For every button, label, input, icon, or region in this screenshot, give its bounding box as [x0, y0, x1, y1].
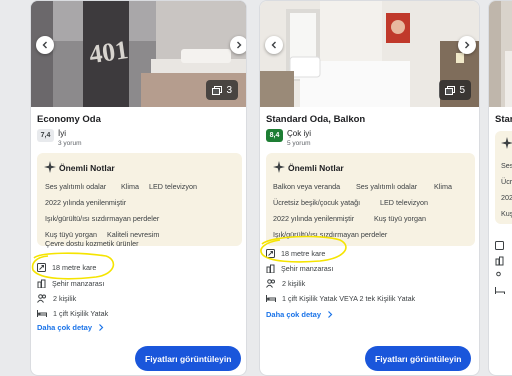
feature-text: 18 metre kare — [281, 249, 326, 258]
review-count[interactable]: 5 yorum — [287, 140, 310, 147]
room-title: Economy Oda — [37, 114, 101, 125]
note-item: Ücretsiz beşik/çocuk yatağı — [273, 198, 361, 207]
people-icon — [266, 279, 275, 288]
area-icon — [37, 263, 46, 272]
photo-count-badge[interactable]: 5 — [439, 80, 471, 100]
feature-icons-partial — [495, 241, 505, 294]
rating-word: İyi — [58, 129, 66, 138]
note-item: 2022 yılında yenilenmiştir — [45, 198, 127, 207]
important-notes-box: Ses Ücr 202 Kuş — [495, 131, 512, 224]
feature-text: 2 kişilik — [53, 294, 77, 303]
chevron-right-icon — [328, 311, 333, 318]
room-photo[interactable] — [489, 1, 512, 107]
note-item: 202 — [501, 193, 512, 202]
important-notes-box: Önemli Notlar Balkon veya veranda Ses ya… — [266, 153, 475, 246]
room-photo[interactable]: 5 — [260, 1, 479, 107]
sparkle-icon — [44, 161, 56, 173]
feature-view: Şehir manzarası — [37, 279, 104, 288]
note-item: LED televizyon — [149, 182, 197, 191]
note-item: Ses — [501, 161, 512, 170]
next-photo-button[interactable] — [458, 36, 476, 54]
note-item: 2022 yılında yenilenmiştir — [273, 214, 355, 223]
area-icon — [266, 249, 275, 258]
city-view-icon — [266, 264, 275, 273]
sparkle-icon — [501, 137, 512, 149]
note-item: Çevre dostu kozmetik ürünler — [45, 239, 139, 248]
room-photo[interactable]: 401 3 — [31, 1, 246, 107]
photo-count: 3 — [226, 84, 232, 96]
rating-word: Çok iyi — [287, 129, 312, 138]
room-title: Standard Oda, Balkon — [266, 114, 366, 125]
room-photo-image — [489, 1, 512, 107]
note-item: Kuş tüyü yorgan — [45, 230, 97, 239]
feature-bed: 1 çift Kişilik Yatak — [37, 309, 108, 318]
note-item: Ses yalıtımlı odalar — [45, 182, 107, 191]
feature-area: 18 metre kare — [266, 249, 325, 258]
chevron-right-icon — [237, 41, 242, 49]
people-icon — [37, 294, 46, 303]
feature-text: Şehir manzarası — [281, 264, 334, 273]
photo-gallery-icon — [445, 85, 456, 95]
view-prices-button[interactable]: Fiyatları görüntüleyin — [365, 346, 472, 371]
photo-count: 5 — [459, 84, 465, 96]
feature-bed: 1 çift Kişilik Yatak VEYA 2 tek Kişilik … — [266, 294, 415, 303]
score-badge: 8,4 — [266, 129, 283, 142]
note-item: Ücr — [501, 177, 512, 186]
view-prices-button[interactable]: Fiyatları görüntüleyin — [135, 346, 242, 371]
more-details-link[interactable]: Daha çok detay — [37, 323, 104, 332]
sparkle-icon — [273, 161, 285, 173]
room-title: Stan — [495, 114, 512, 125]
photo-count-badge[interactable]: 3 — [206, 80, 238, 100]
bed-icon — [37, 310, 47, 317]
room-card-partial: Stan Ses Ücr 202 Kuş — [488, 0, 512, 376]
feature-text: 18 metre kare — [52, 263, 97, 272]
review-count[interactable]: 3 yorum — [58, 140, 81, 147]
note-item: Işık/gürültü/ısı sızdırmayan perdeler — [273, 230, 388, 239]
feature-text: 1 çift Kişilik Yatak VEYA 2 tek Kişilik … — [282, 294, 416, 303]
city-view-icon — [37, 279, 46, 288]
more-details-label: Daha çok detay — [37, 323, 93, 332]
previous-photo-button[interactable] — [36, 36, 54, 54]
notes-title: Önemli Notlar — [59, 163, 115, 173]
chevron-left-icon — [271, 41, 276, 49]
room-card-standard-balcony: 5 Standard Oda, Balkon 8,4 Çok iyi 5 yor… — [259, 0, 480, 376]
notes-title: Önemli Notlar — [288, 163, 344, 173]
previous-photo-button[interactable] — [265, 36, 283, 54]
chevron-right-icon — [99, 324, 104, 331]
feature-text: 2 kişilik — [282, 279, 306, 288]
feature-view: Şehir manzarası — [266, 264, 333, 273]
more-details-link[interactable]: Daha çok detay — [266, 310, 333, 319]
chevron-left-icon — [42, 41, 47, 49]
note-item: Işık/gürültü/ısı sızdırmayan perdeler — [45, 214, 160, 223]
note-item: Klima — [121, 182, 139, 191]
feature-occupancy: 2 kişilik — [37, 294, 76, 303]
room-card-economy: 401 3 Economy Oda 7,4 İyi 3 yorum Önemli… — [30, 0, 247, 376]
note-item: LED televizyon — [380, 198, 428, 207]
feature-area: 18 metre kare — [37, 263, 96, 272]
note-item: Ses yalıtımlı odalar — [356, 182, 418, 191]
feature-text: 1 çift Kişilik Yatak — [53, 309, 109, 318]
note-item: Kuş — [501, 209, 512, 218]
note-item: Kuş tüyü yorgan — [374, 214, 426, 223]
feature-occupancy: 2 kişilik — [266, 279, 305, 288]
svg-text:401: 401 — [87, 35, 130, 69]
important-notes-box: Önemli Notlar Ses yalıtımlı odalar Klima… — [37, 153, 242, 246]
score-badge: 7,4 — [37, 129, 54, 142]
next-photo-button[interactable] — [230, 36, 246, 54]
chevron-right-icon — [465, 41, 470, 49]
note-item: Klima — [434, 182, 452, 191]
bed-icon — [266, 295, 276, 302]
note-item: Balkon veya veranda — [273, 182, 341, 191]
feature-text: Şehir manzarası — [52, 279, 105, 288]
note-item: Kaliteli nevresim — [107, 230, 160, 239]
photo-gallery-icon — [212, 85, 223, 95]
more-details-label: Daha çok detay — [266, 310, 322, 319]
